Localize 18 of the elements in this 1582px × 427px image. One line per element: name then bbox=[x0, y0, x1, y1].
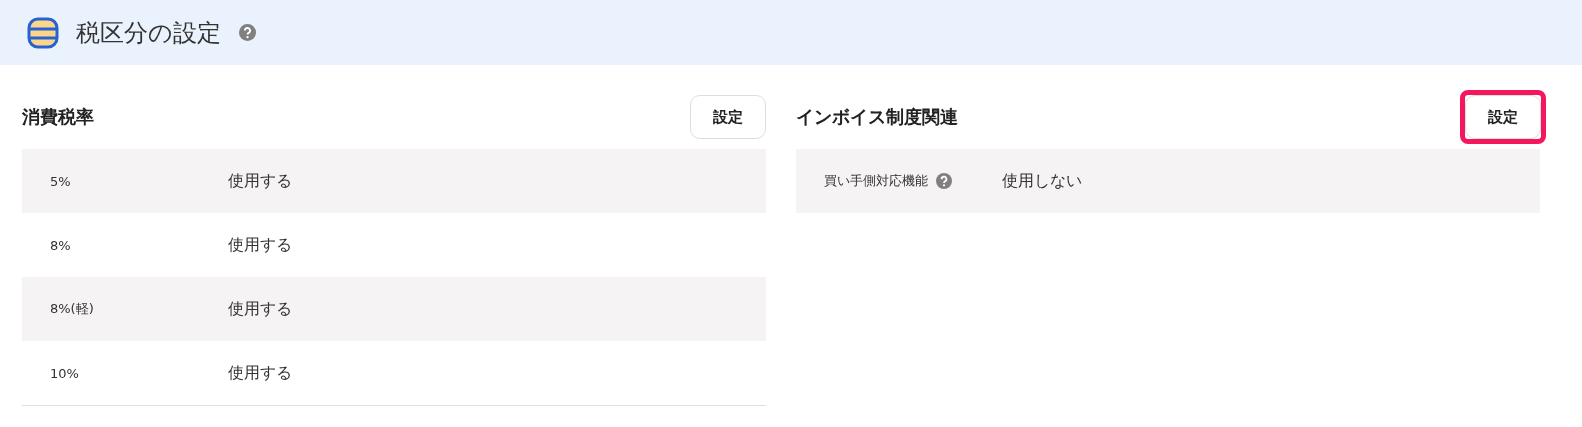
section-title: インボイス制度関連 bbox=[796, 105, 958, 129]
row-label: 10% bbox=[50, 365, 79, 381]
settings-button[interactable]: 設定 bbox=[690, 95, 766, 139]
row-value: 使用する bbox=[228, 170, 292, 192]
row-value: 使用する bbox=[228, 234, 292, 256]
help-icon[interactable] bbox=[239, 24, 256, 41]
page-title: 税区分の設定 bbox=[76, 17, 221, 49]
settings-button[interactable]: 設定 bbox=[1465, 95, 1541, 139]
database-icon bbox=[26, 15, 60, 50]
row-label: 8%(軽) bbox=[50, 300, 94, 318]
row-value: 使用する bbox=[228, 298, 292, 320]
section-title: 消費税率 bbox=[22, 105, 94, 129]
row-value: 使用しない bbox=[1002, 170, 1082, 192]
help-icon[interactable] bbox=[936, 173, 952, 189]
row-label: 買い手側対応機能 bbox=[824, 172, 928, 190]
row-label: 5% bbox=[50, 173, 71, 189]
row-value: 使用する bbox=[228, 362, 292, 384]
row-label: 8% bbox=[50, 237, 71, 253]
